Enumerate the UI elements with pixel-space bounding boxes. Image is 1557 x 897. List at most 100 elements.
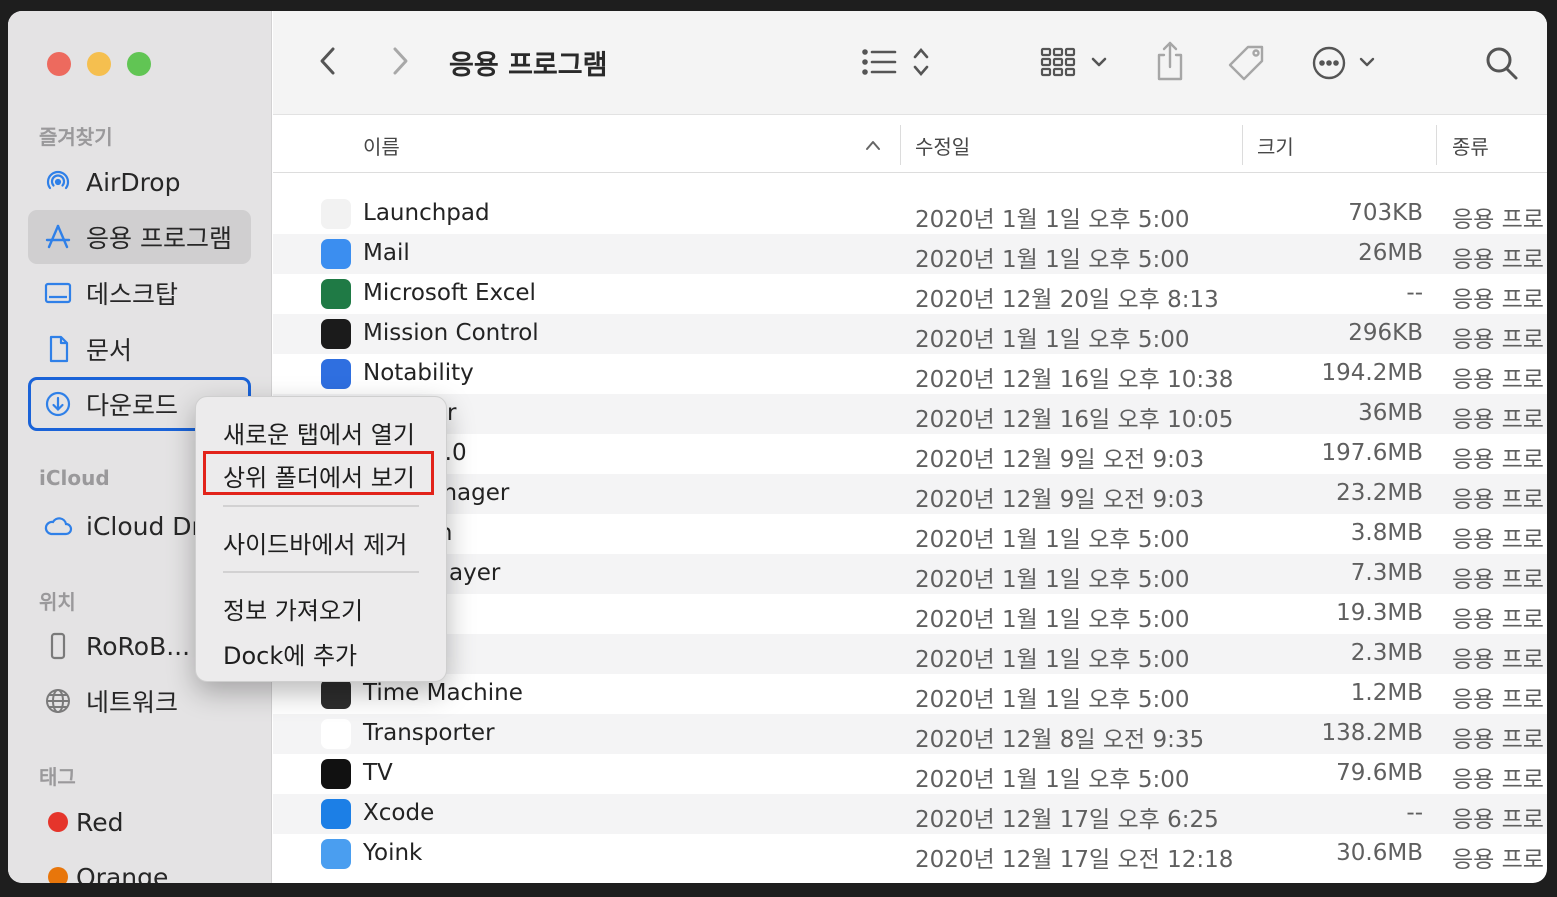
table-row[interactable]: TV 2020년 1월 1일 오후 5:00 79.6MB 응용 프로 bbox=[273, 754, 1547, 794]
row-name: Mission Control bbox=[363, 320, 539, 346]
table-row[interactable]: 2020년 1월 1일 오후 5:00 19.3MB 응용 프로 bbox=[273, 594, 1547, 634]
sidebar-header-tags: 태그 bbox=[39, 765, 76, 789]
sidebar-item-applications[interactable]: 응용 프로그램 bbox=[28, 210, 251, 264]
sidebar-item-tag-orange[interactable]: Orange bbox=[28, 850, 251, 883]
app-icon bbox=[321, 679, 351, 709]
table-row[interactable]: Yoink 2020년 12월 17일 오전 12:18 30.6MB 응용 프로 bbox=[273, 834, 1547, 874]
row-date: 2020년 1월 1일 오후 5:00 bbox=[915, 607, 1190, 633]
sidebar-item-network[interactable]: 네트워크 bbox=[28, 674, 251, 728]
row-name: Transporter bbox=[363, 720, 495, 746]
icon-grid-icon[interactable] bbox=[1039, 45, 1115, 79]
airdrop-icon bbox=[41, 165, 75, 199]
tag-dot-icon bbox=[48, 867, 68, 883]
share-icon[interactable] bbox=[1153, 39, 1187, 83]
row-size: 296KB bbox=[1348, 320, 1423, 346]
row-date: 2020년 12월 16일 오후 10:38 bbox=[915, 367, 1234, 393]
list-view-icon[interactable] bbox=[859, 45, 935, 79]
globe-icon bbox=[41, 684, 75, 718]
file-list: Launchpad 2020년 1월 1일 오후 5:00 703KB 응용 프로 Ma… bbox=[273, 174, 1547, 883]
row-size: 23.2MB bbox=[1336, 480, 1423, 506]
table-row[interactable]: Microsoft Excel 2020년 12월 20일 오후 8:13 -- 응용… bbox=[273, 274, 1547, 314]
table-row[interactable]: ...Booth2020년 1월 1일 오후 5:003.8MB응용 프로 bbox=[273, 514, 1547, 554]
more-icon[interactable] bbox=[1311, 43, 1381, 83]
sidebar-item-label: 응용 프로그램 bbox=[86, 224, 232, 253]
column-separator[interactable] bbox=[1436, 125, 1437, 165]
sidebar-item-desktop[interactable]: 데스크탑 bbox=[28, 266, 251, 320]
row-date: 2020년 1월 1일 오후 5:00 bbox=[915, 767, 1190, 793]
sidebar-header-icloud: iCloud bbox=[39, 466, 110, 490]
table-row[interactable]: Mission Control 2020년 1월 1일 오후 5:00 296KB 응… bbox=[273, 314, 1547, 354]
search-icon[interactable] bbox=[1483, 43, 1521, 83]
row-date: 2020년 12월 9일 오전 9:03 bbox=[915, 487, 1205, 513]
table-row[interactable]: Transporter 2020년 12월 8일 오전 9:35 138.2MB 응용… bbox=[273, 714, 1547, 754]
sidebar-item-label: 네트워크 bbox=[86, 688, 179, 717]
row-date: 2020년 1월 1일 오후 5:00 bbox=[915, 327, 1190, 353]
column-kind[interactable]: 종류 bbox=[1452, 131, 1489, 160]
tag-dot-icon bbox=[48, 812, 68, 832]
column-separator[interactable] bbox=[1242, 125, 1243, 165]
row-size: 7.3MB bbox=[1350, 560, 1423, 586]
row-size: -- bbox=[1406, 800, 1423, 826]
window-title: 응용 프로그램 bbox=[449, 50, 608, 81]
row-size: 1.2MB bbox=[1350, 680, 1423, 706]
sidebar-item-tag-red[interactable]: Red bbox=[28, 795, 251, 849]
row-name: Yoink bbox=[363, 840, 423, 866]
row-kind: 응용 프로 bbox=[1452, 767, 1544, 793]
row-kind: 응용 프로 bbox=[1452, 287, 1544, 313]
zoom-button[interactable] bbox=[127, 52, 151, 76]
table-row[interactable]: 2020년 1월 1일 오후 5:00 2.3MB 응용 프로 bbox=[273, 634, 1547, 674]
sort-ascending-icon[interactable] bbox=[863, 135, 883, 155]
table-row[interactable]: ...Player2020년 12월 16일 오후 10:0536MB응용 프로 bbox=[273, 394, 1547, 434]
forward-icon[interactable] bbox=[385, 43, 415, 79]
table-row[interactable]: Mail 2020년 1월 1일 오후 5:00 26MB 응용 프로 bbox=[273, 234, 1547, 274]
row-date: 2020년 1월 1일 오후 5:00 bbox=[915, 527, 1190, 553]
column-header: 이름 수정일 크기 종류 bbox=[273, 117, 1547, 173]
tag-icon[interactable] bbox=[1226, 43, 1268, 83]
sidebar-item-label: iCloud Dr bbox=[86, 511, 202, 541]
sidebar-item-label: RoRoB... bbox=[86, 631, 191, 661]
app-icon bbox=[321, 279, 351, 309]
column-separator[interactable] bbox=[900, 125, 901, 165]
row-name: Microsoft Excel bbox=[363, 280, 536, 306]
minimize-button[interactable] bbox=[87, 52, 111, 76]
menu-item-get-info[interactable]: 정보 가져오기 bbox=[223, 591, 363, 626]
table-row[interactable]: Time Machine 2020년 1월 1일 오후 5:00 1.2MB 응용 프… bbox=[273, 674, 1547, 714]
row-kind: 응용 프로 bbox=[1452, 727, 1544, 753]
table-row[interactable]: ...me Player2020년 1월 1일 오후 5:007.3MB응용 프… bbox=[273, 554, 1547, 594]
table-row-partial[interactable] bbox=[273, 174, 1547, 194]
row-kind: 응용 프로 bbox=[1452, 367, 1544, 393]
column-date[interactable]: 수정일 bbox=[915, 131, 970, 160]
context-menu: 새로운 탭에서 열기 상위 폴더에서 보기 사이드바에서 제거 정보 가져오기 … bbox=[195, 396, 447, 682]
app-icon bbox=[321, 359, 351, 389]
table-row[interactable]: ...erManager2020년 12월 9일 오전 9:0323.2MB응용… bbox=[273, 474, 1547, 514]
sidebar-header-favorites: 즐겨찾기 bbox=[39, 125, 113, 149]
sidebar-item-airdrop[interactable]: AirDrop bbox=[28, 155, 251, 209]
column-name[interactable]: 이름 bbox=[363, 131, 400, 160]
row-size: 26MB bbox=[1358, 240, 1423, 266]
sidebar-item-documents[interactable]: 문서 bbox=[28, 322, 251, 376]
app-icon bbox=[321, 719, 351, 749]
row-date: 2020년 1월 1일 오후 5:00 bbox=[915, 207, 1190, 233]
sidebar-item-label: Orange bbox=[76, 862, 169, 884]
row-date: 2020년 12월 17일 오후 6:25 bbox=[915, 807, 1219, 833]
document-icon bbox=[41, 332, 75, 366]
menu-item-open-in-new-tab[interactable]: 새로운 탭에서 열기 bbox=[223, 415, 415, 450]
row-kind: 응용 프로 bbox=[1452, 687, 1544, 713]
row-date: 2020년 1월 1일 오후 5:00 bbox=[915, 647, 1190, 673]
column-size[interactable]: 크기 bbox=[1257, 131, 1294, 160]
sidebar-item-label: 다운로드 bbox=[86, 391, 179, 420]
menu-item-remove-from-sidebar[interactable]: 사이드바에서 제거 bbox=[223, 525, 407, 560]
table-row[interactable]: ...er-21.02020년 12월 9일 오전 9:03197.6MB응용 … bbox=[273, 434, 1547, 474]
row-kind: 응용 프로 bbox=[1452, 207, 1544, 233]
menu-item-add-to-dock[interactable]: Dock에 추가 bbox=[223, 636, 357, 671]
row-kind: 응용 프로 bbox=[1452, 247, 1544, 273]
table-row[interactable]: Notability 2020년 12월 16일 오후 10:38 194.2MB 응… bbox=[273, 354, 1547, 394]
row-size: 138.2MB bbox=[1321, 720, 1423, 746]
back-icon[interactable] bbox=[313, 43, 343, 79]
close-button[interactable] bbox=[47, 52, 71, 76]
row-name: Time Machine bbox=[363, 680, 523, 706]
table-row[interactable]: Launchpad 2020년 1월 1일 오후 5:00 703KB 응용 프로 bbox=[273, 194, 1547, 234]
row-name: Mail bbox=[363, 240, 410, 266]
table-row[interactable]: Xcode 2020년 12월 17일 오후 6:25 -- 응용 프로 bbox=[273, 794, 1547, 834]
row-size: 19.3MB bbox=[1336, 600, 1423, 626]
